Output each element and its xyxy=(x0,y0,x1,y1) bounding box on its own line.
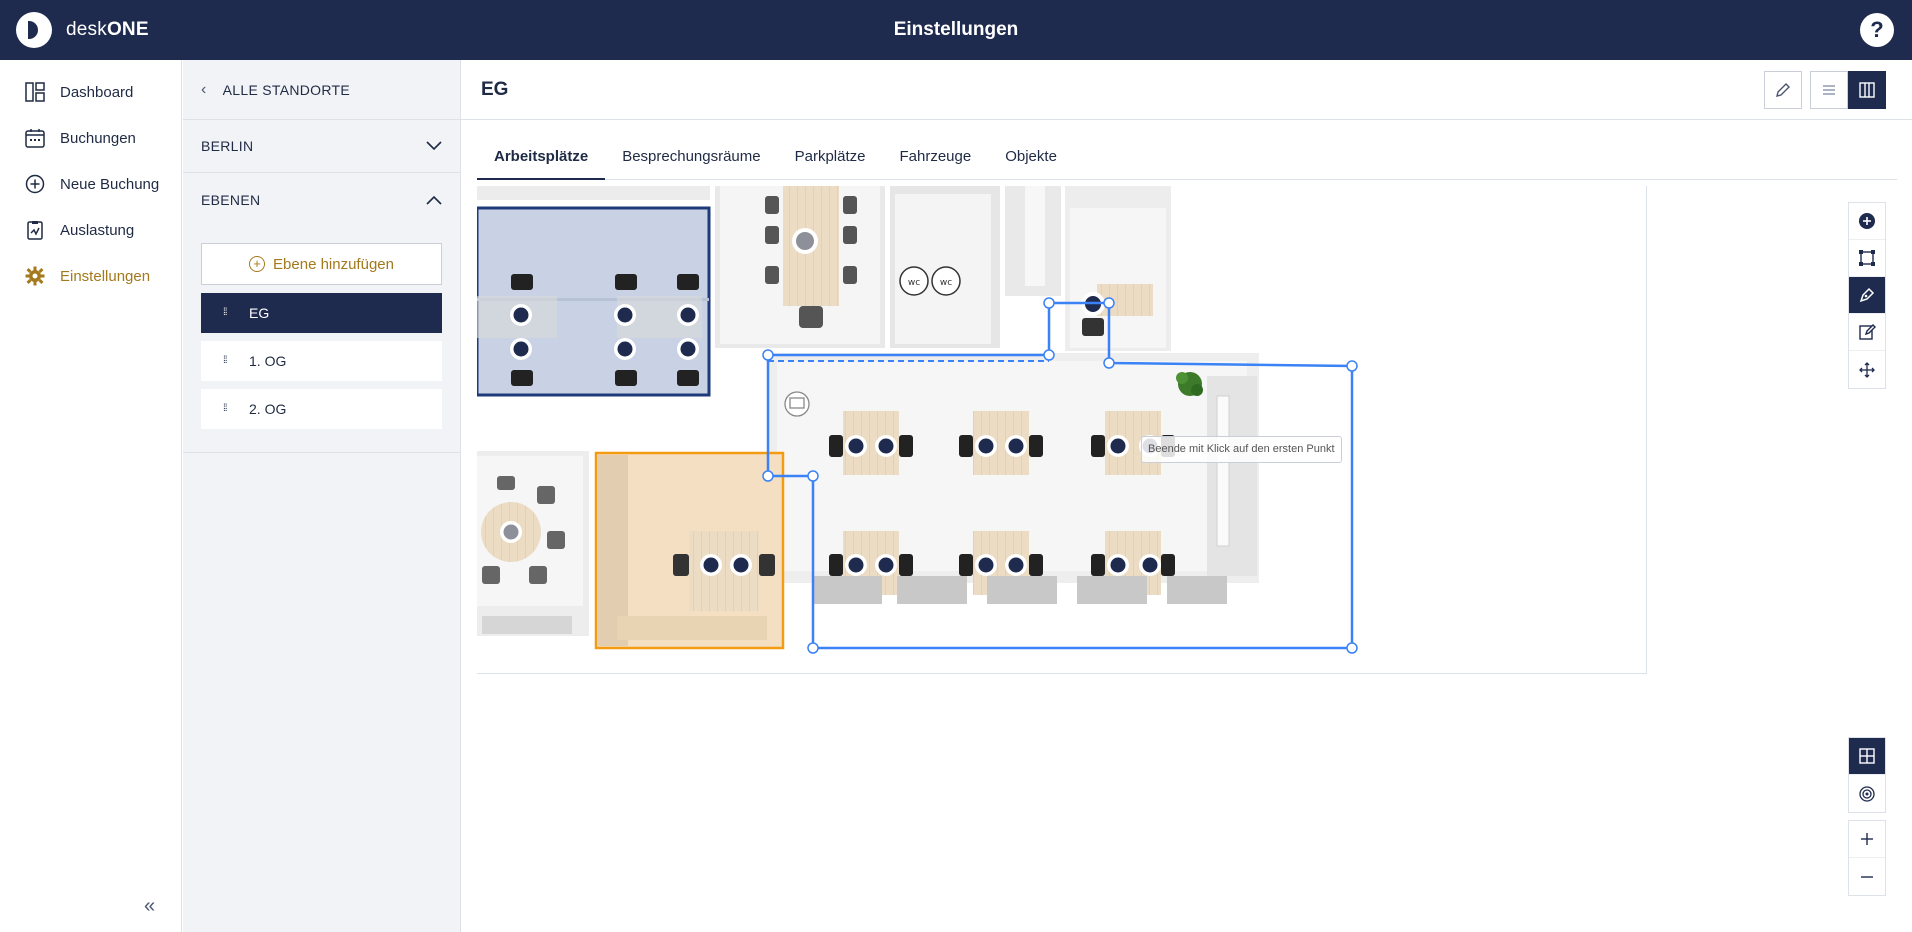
add-level-label: Ebene hinzufügen xyxy=(273,255,394,273)
location-panel: ‹ ALLE STANDORTE BERLIN EBENEN + Ebene h… xyxy=(183,60,461,932)
tab-parkplaetze[interactable]: Parkplätze xyxy=(778,140,883,180)
levels-header: EBENEN xyxy=(201,191,261,208)
map-icon xyxy=(1859,82,1875,98)
layer-toolbar xyxy=(1848,737,1886,813)
zoom-out-button[interactable] xyxy=(1849,858,1885,895)
sidebar-item-label: Neue Buchung xyxy=(60,175,160,193)
calendar-icon xyxy=(24,127,46,149)
level-item-2-og[interactable]: ⁞⁞ 2. OG xyxy=(201,389,442,429)
pencil-icon xyxy=(1776,83,1790,97)
clipboard-chart-icon xyxy=(24,219,46,241)
help-button[interactable]: ? xyxy=(1860,13,1894,47)
drag-handle-icon[interactable]: ⁞⁞ xyxy=(223,404,233,414)
rectangle-select-icon xyxy=(1859,250,1875,266)
level-item-1-og[interactable]: ⁞⁞ 1. OG xyxy=(201,341,442,381)
drawing-toolbar xyxy=(1848,202,1886,389)
room-conference-top xyxy=(715,186,885,348)
plus-circle-icon xyxy=(24,173,46,195)
floor-plan: wc wc xyxy=(477,186,1646,673)
logo-text: deskONE xyxy=(66,19,149,40)
sidebar-item-einstellungen[interactable]: Einstellungen xyxy=(0,253,181,299)
location-accordion[interactable]: BERLIN xyxy=(183,120,460,173)
level-item-eg[interactable]: ⁞⁞ EG xyxy=(201,293,442,333)
dashboard-icon xyxy=(24,81,46,103)
sidebar-item-label: Auslastung xyxy=(60,221,135,239)
edit-shape-button[interactable] xyxy=(1849,314,1885,351)
back-label: ALLE STANDORTE xyxy=(222,81,351,98)
collapse-sidebar-icon[interactable]: « xyxy=(144,895,155,918)
sidebar-item-label: Buchungen xyxy=(60,129,136,147)
chevron-left-icon: ‹ xyxy=(201,80,207,98)
grid-toggle-button[interactable] xyxy=(1849,738,1885,775)
move-arrows-icon xyxy=(1859,361,1875,378)
room-wc: wc wc xyxy=(890,186,1000,348)
logo-mark-icon xyxy=(16,12,52,48)
edit-button[interactable] xyxy=(1764,71,1802,109)
tab-fahrzeuge[interactable]: Fahrzeuge xyxy=(883,140,989,180)
tab-objekte[interactable]: Objekte xyxy=(988,140,1074,180)
rectangle-tool-button[interactable] xyxy=(1849,240,1885,277)
add-point-button[interactable] xyxy=(1849,203,1885,240)
level-title: EG xyxy=(461,60,1912,120)
room-round-table xyxy=(477,451,589,636)
draw-tooltip: Beende mit Klick auf den ersten Punkt xyxy=(1141,436,1342,463)
sidebar-item-dashboard[interactable]: Dashboard xyxy=(0,69,181,115)
svg-text:wc: wc xyxy=(908,278,920,288)
drag-handle-icon[interactable]: ⁞⁞ xyxy=(223,308,233,318)
main-content: EG Arbeitsplätze Besprechungsräume Parkp… xyxy=(461,60,1912,932)
plus-icon xyxy=(1861,833,1873,845)
floor-plan-canvas[interactable]: wc wc xyxy=(477,186,1647,674)
view-toggle-group xyxy=(1764,71,1886,109)
drag-handle-icon[interactable]: ⁞⁞ xyxy=(223,356,233,366)
tab-arbeitsplaetze[interactable]: Arbeitsplätze xyxy=(477,140,606,180)
level-label: 1. OG xyxy=(249,353,287,369)
chevron-down-icon xyxy=(426,138,442,154)
list-icon xyxy=(1823,85,1835,95)
sidebar: Dashboard Buchungen Neue Buchung Auslast… xyxy=(0,60,182,932)
tab-besprechungsraeume[interactable]: Besprechungsräume xyxy=(605,140,777,180)
chevron-up-icon xyxy=(426,192,442,208)
zoom-in-button[interactable] xyxy=(1849,821,1885,858)
edit-square-icon xyxy=(1859,324,1876,340)
map-view-button[interactable] xyxy=(1848,71,1886,109)
move-tool-button[interactable] xyxy=(1849,351,1885,388)
room-top-left xyxy=(477,186,711,397)
add-level-button[interactable]: + Ebene hinzufügen xyxy=(201,243,442,285)
gear-icon xyxy=(24,265,46,287)
location-label: BERLIN xyxy=(201,138,254,154)
back-to-locations[interactable]: ‹ ALLE STANDORTE xyxy=(183,60,460,120)
logo[interactable]: deskONE xyxy=(16,12,149,48)
grid-icon xyxy=(1859,748,1875,764)
sidebar-item-label: Einstellungen xyxy=(60,267,151,285)
category-tabs: Arbeitsplätze Besprechungsräume Parkplät… xyxy=(477,140,1897,180)
room-highlighted-orange xyxy=(594,451,785,650)
sidebar-item-neue-buchung[interactable]: Neue Buchung xyxy=(0,161,181,207)
pen-tool-button[interactable] xyxy=(1849,277,1885,314)
plus-circle-icon: + xyxy=(249,256,266,272)
list-view-button[interactable] xyxy=(1810,71,1848,109)
sidebar-item-buchungen[interactable]: Buchungen xyxy=(0,115,181,161)
plus-circle-filled-icon xyxy=(1859,213,1875,229)
divider xyxy=(183,452,461,453)
level-label: EG xyxy=(249,305,270,321)
target-button[interactable] xyxy=(1849,775,1885,812)
target-icon xyxy=(1859,785,1875,802)
pen-icon xyxy=(1859,287,1875,303)
minus-icon xyxy=(1861,875,1873,878)
svg-text:wc: wc xyxy=(940,278,952,288)
levels-accordion[interactable]: EBENEN xyxy=(183,173,460,226)
top-bar: deskONE Einstellungen ? xyxy=(0,0,1912,60)
level-label: 2. OG xyxy=(249,401,287,417)
sidebar-item-label: Dashboard xyxy=(60,83,134,101)
zoom-toolbar xyxy=(1848,820,1886,896)
sidebar-item-auslastung[interactable]: Auslastung xyxy=(0,207,181,253)
page-title: Einstellungen xyxy=(893,19,1019,40)
